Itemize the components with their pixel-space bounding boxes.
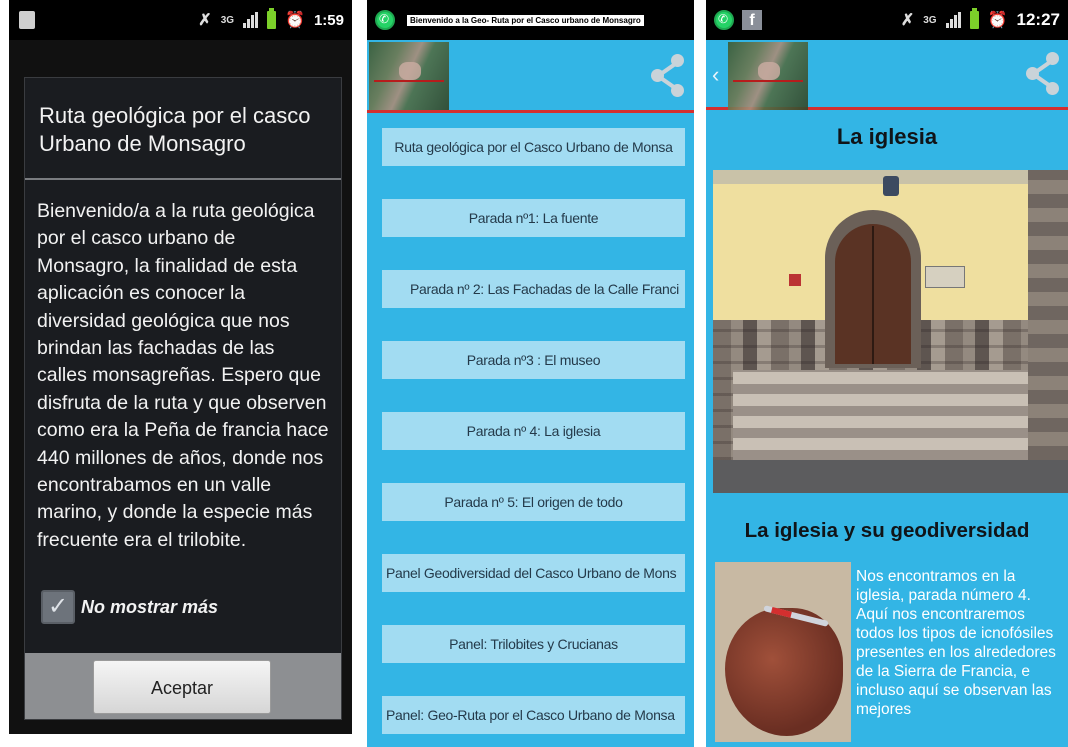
dialog-title: Ruta geológica por el casco Urbano de Mo…	[39, 103, 311, 156]
mute-icon: ✗	[198, 12, 212, 29]
app-logo-map-thumbnail[interactable]	[728, 42, 808, 110]
alarm-icon: ⏰	[987, 12, 1008, 29]
status-bar: f ✗ 3G ⏰ 12:27	[706, 0, 1068, 40]
app-logo-map-thumbnail[interactable]	[369, 42, 449, 110]
list-item[interactable]: Ruta geológica por el Casco Urbano de Mo…	[382, 128, 685, 166]
stop-list: Ruta geológica por el Casco Urbano de Mo…	[382, 128, 685, 747]
share-icon[interactable]	[1026, 52, 1062, 96]
accept-button[interactable]: Aceptar	[93, 660, 271, 714]
mute-icon: ✗	[900, 12, 915, 29]
description-text: Nos encontramos en la iglesia, parada nú…	[856, 568, 1056, 718]
whatsapp-icon	[714, 10, 734, 30]
status-bar: ✗ 3G ⏰ 1:59	[9, 0, 352, 40]
signal-icon	[243, 12, 259, 28]
alarm-icon: ⏰	[285, 12, 305, 29]
status-time: 12:27	[1016, 10, 1060, 29]
list-item[interactable]: Parada nº1: La fuente	[382, 199, 685, 237]
whatsapp-icon	[375, 10, 395, 30]
battery-icon	[969, 8, 979, 29]
dont-show-again-row[interactable]: ✓ No mostrar más	[41, 590, 218, 624]
status-bar: Bienvenido a la Geo- Ruta por el Casco u…	[367, 0, 694, 40]
page-title: La iglesia	[836, 124, 938, 149]
facebook-icon: f	[742, 10, 762, 30]
welcome-dialog: Ruta geológica por el casco Urbano de Mo…	[24, 77, 342, 720]
section-heading: La iglesia y su geodiversidad	[744, 519, 1030, 542]
church-photo	[713, 170, 1068, 493]
list-item[interactable]: Panel Geodiversidad del Casco Urbano de …	[382, 554, 685, 592]
list-item[interactable]: Parada nº 2: Las Fachadas de la Calle Fr…	[382, 270, 685, 308]
back-chevron-icon[interactable]: ‹	[712, 62, 719, 88]
action-bar	[367, 40, 694, 113]
network-type-label: 3G	[923, 14, 937, 26]
list-item[interactable]: Parada nº 4: La iglesia	[382, 412, 685, 450]
signal-icon	[945, 12, 961, 28]
screen-stop-list: Bienvenido a la Geo- Ruta por el Casco u…	[367, 0, 694, 747]
fossil-photo	[715, 562, 851, 742]
status-time: 1:59	[313, 11, 344, 29]
checkbox-checked-icon[interactable]: ✓	[41, 590, 75, 624]
screen-stop-detail: f ✗ 3G ⏰ 12:27 ‹ La iglesia La igle	[706, 0, 1068, 747]
action-bar: ‹	[706, 40, 1068, 110]
shopping-bag-icon	[19, 11, 35, 29]
screen-welcome-dialog: ✗ 3G ⏰ 1:59 Ruta geológica por el casco …	[9, 0, 352, 734]
dialog-button-bar: Aceptar	[25, 653, 341, 719]
list-item[interactable]: Parada nº 5: El origen de todo	[382, 483, 685, 521]
battery-icon	[267, 8, 277, 29]
share-icon[interactable]	[651, 54, 687, 98]
network-type-label: 3G	[220, 14, 235, 26]
checkbox-label: No mostrar más	[81, 596, 219, 617]
list-item[interactable]: Panel: Geo-Ruta por el Casco Urbano de M…	[382, 696, 685, 734]
list-item[interactable]: Parada nº3 : El museo	[382, 341, 685, 379]
dialog-message: Bienvenido/a a la ruta geológica por el …	[37, 200, 329, 551]
list-item[interactable]: Panel: Trilobites y Crucianas	[382, 625, 685, 663]
ticker-notification: Bienvenido a la Geo- Ruta por el Casco u…	[407, 14, 644, 26]
